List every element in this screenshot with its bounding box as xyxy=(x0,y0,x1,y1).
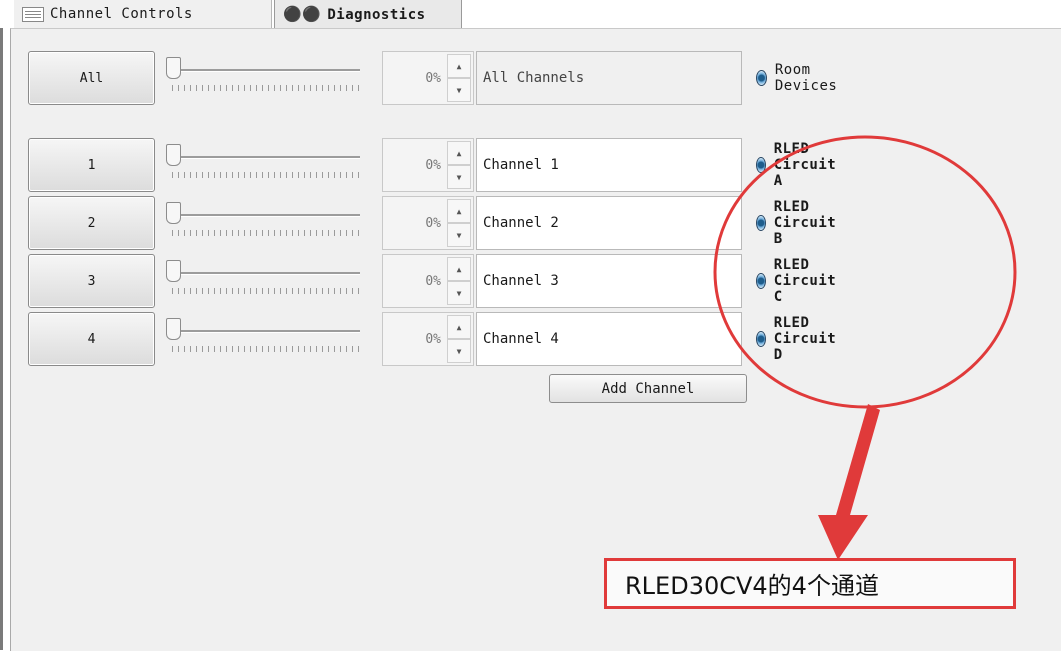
spin-down-icon[interactable]: ▼ xyxy=(447,78,471,102)
slider-thumb[interactable] xyxy=(166,260,181,282)
slider-thumb[interactable] xyxy=(166,57,181,79)
channel-4-button[interactable]: 4 xyxy=(28,312,155,366)
tab-label: Channel Controls xyxy=(50,6,193,22)
radio-selected-icon xyxy=(756,70,767,86)
radio-selected-icon xyxy=(756,273,766,289)
list-icon xyxy=(22,6,44,22)
tab-bar: Channel Controls ⚫⚫ Diagnostics xyxy=(0,0,1061,28)
channel-2-name-input[interactable]: Channel 2 xyxy=(476,196,742,250)
channel-1-circuit-radio[interactable]: RLED Circuit A xyxy=(756,138,843,192)
slider-track xyxy=(172,69,360,72)
slider-ticks xyxy=(172,230,362,236)
spin-up-icon[interactable]: ▲ xyxy=(447,141,471,165)
channel-2-circuit-radio[interactable]: RLED Circuit B xyxy=(756,196,843,250)
channel-2-level-spinbox[interactable]: 0% ▲ ▼ xyxy=(382,196,474,250)
slider-thumb[interactable] xyxy=(166,202,181,224)
add-channel-button[interactable]: Add Channel xyxy=(549,374,747,403)
radio-selected-icon xyxy=(756,157,766,173)
radio-label: RLED Circuit D xyxy=(773,315,837,363)
tab-channel-controls[interactable]: Channel Controls xyxy=(14,0,272,28)
channel-1-slider[interactable] xyxy=(160,138,368,190)
radio-selected-icon xyxy=(756,331,766,347)
channel-4-slider[interactable] xyxy=(160,312,368,364)
level-value: 0% xyxy=(425,215,441,231)
spin-down-icon[interactable]: ▼ xyxy=(447,281,471,305)
spin-down-icon[interactable]: ▼ xyxy=(447,223,471,247)
window-left-edge xyxy=(0,0,3,650)
slider-ticks xyxy=(172,85,362,91)
master-name-field: All Channels xyxy=(476,51,742,105)
slider-track xyxy=(172,214,360,217)
channel-3-circuit-radio[interactable]: RLED Circuit C xyxy=(756,254,843,308)
channel-4-level-spinbox[interactable]: 0% ▲ ▼ xyxy=(382,312,474,366)
tab-label: Diagnostics xyxy=(327,6,426,23)
channel-2-slider[interactable] xyxy=(160,196,368,248)
spin-up-icon[interactable]: ▲ xyxy=(447,315,471,339)
slider-ticks xyxy=(172,346,362,352)
slider-ticks xyxy=(172,288,362,294)
channel-3-slider[interactable] xyxy=(160,254,368,306)
slider-thumb[interactable] xyxy=(166,318,181,340)
slider-track xyxy=(172,272,360,275)
slider-track xyxy=(172,156,360,159)
spin-up-icon[interactable]: ▲ xyxy=(447,199,471,223)
channel-3-button[interactable]: 3 xyxy=(28,254,155,308)
radio-label: RLED Circuit A xyxy=(773,141,837,189)
level-value: 0% xyxy=(425,273,441,289)
channel-3-name-input[interactable]: Channel 3 xyxy=(476,254,742,308)
all-button[interactable]: All xyxy=(28,51,155,105)
channel-3-level-spinbox[interactable]: 0% ▲ ▼ xyxy=(382,254,474,308)
master-level-spinbox[interactable]: 0% ▲ ▼ xyxy=(382,51,474,105)
spin-up-icon[interactable]: ▲ xyxy=(447,54,471,78)
channel-1-level-spinbox[interactable]: 0% ▲ ▼ xyxy=(382,138,474,192)
room-devices-radio[interactable]: Room Devices xyxy=(756,51,843,105)
slider-thumb[interactable] xyxy=(166,144,181,166)
channel-2-button[interactable]: 2 xyxy=(28,196,155,250)
channel-4-circuit-radio[interactable]: RLED Circuit D xyxy=(756,312,843,366)
channel-1-name-input[interactable]: Channel 1 xyxy=(476,138,742,192)
radio-selected-icon xyxy=(756,215,766,231)
spin-down-icon[interactable]: ▼ xyxy=(447,165,471,189)
radio-label: Room Devices xyxy=(774,62,838,94)
level-value: 0% xyxy=(425,331,441,347)
level-value: 0% xyxy=(425,157,441,173)
spin-up-icon[interactable]: ▲ xyxy=(447,257,471,281)
radio-label: RLED Circuit C xyxy=(773,257,837,305)
radio-label: RLED Circuit B xyxy=(773,199,837,247)
master-level-slider[interactable] xyxy=(160,51,368,103)
level-value: 0% xyxy=(425,70,441,86)
slider-track xyxy=(172,330,360,333)
annotation-caption: RLED30CV4的4个通道 xyxy=(604,558,1016,609)
binoculars-icon: ⚫⚫ xyxy=(283,5,322,23)
spin-down-icon[interactable]: ▼ xyxy=(447,339,471,363)
channel-4-name-input[interactable]: Channel 4 xyxy=(476,312,742,366)
slider-ticks xyxy=(172,172,362,178)
tab-diagnostics[interactable]: ⚫⚫ Diagnostics xyxy=(274,0,462,28)
channel-1-button[interactable]: 1 xyxy=(28,138,155,192)
